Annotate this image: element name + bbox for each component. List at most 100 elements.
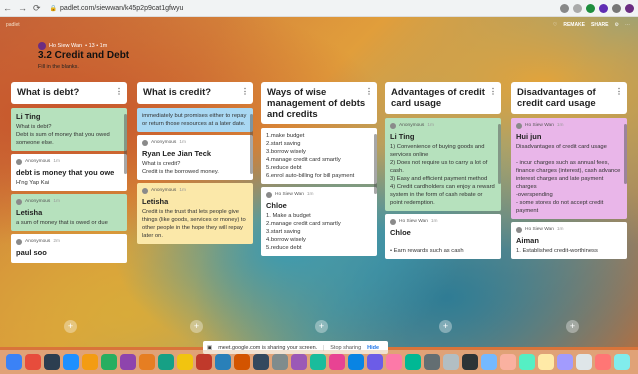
column-scrollbar[interactable] (374, 134, 377, 194)
column: What is debt? ⋮ Li Ting What is debt? Debt … (11, 82, 127, 320)
dock-app-icon[interactable] (367, 354, 383, 370)
add-post-button[interactable]: + (566, 320, 579, 333)
extension-icon[interactable] (599, 3, 608, 13)
dock-app-icon[interactable] (44, 354, 60, 370)
dock-app-icon[interactable] (310, 354, 326, 370)
author-name: Ho Siew Wan (49, 43, 83, 49)
column-scrollbar[interactable] (624, 124, 627, 184)
settings-icon[interactable]: ⚙ (615, 22, 619, 28)
dock-app-icon[interactable] (329, 354, 345, 370)
column-title: What is debt? (17, 87, 80, 98)
add-post-button[interactable]: + (315, 320, 328, 333)
dock-app-icon[interactable] (519, 354, 535, 370)
post-card[interactable]: Ho Siew Wan 1m Chloe 1. Make a budget 2.man… (261, 187, 377, 256)
dock-app-icon[interactable] (82, 354, 98, 370)
post-card[interactable]: Anonymous 1m Ryan Lee Jian Teck What is cre… (137, 135, 253, 180)
dock-app-icon[interactable] (557, 354, 573, 370)
padlet-logo[interactable]: padlet (6, 22, 20, 28)
dock-app-icon[interactable] (538, 354, 554, 370)
column-menu-icon[interactable]: ⋮ (241, 86, 249, 97)
post-card[interactable]: Anonymous 1m Letisha a sum of money that is… (11, 194, 127, 231)
dock-app-icon[interactable] (272, 354, 288, 370)
profile-avatar[interactable] (625, 3, 634, 13)
check-icon[interactable] (586, 3, 595, 13)
board-subtitle: Fill in the blanks. (38, 64, 79, 70)
post-card[interactable]: Ho Siew Wan 1m Hui jun Disadvantages of cre… (511, 118, 627, 219)
author-name: Anonymous (25, 159, 51, 164)
dock-app-icon[interactable] (291, 354, 307, 370)
dock-app-icon[interactable] (120, 354, 136, 370)
dock-app-icon[interactable] (405, 354, 421, 370)
post-card[interactable]: immediately but promises either to repay… (137, 108, 253, 132)
dock-app-icon[interactable] (253, 354, 269, 370)
author-name: Ho Siew Wan (525, 227, 554, 232)
star-icon[interactable] (573, 3, 582, 13)
dock-app-icon[interactable] (215, 354, 231, 370)
post-card[interactable]: Ho Siew Wan 1m Aiman 1. Established credit-… (511, 222, 627, 259)
dock-app-icon[interactable] (614, 354, 630, 370)
author-avatar (516, 227, 522, 233)
dock-app-icon[interactable] (139, 354, 155, 370)
dock-app-icon[interactable] (196, 354, 212, 370)
back-icon[interactable]: ← (0, 3, 15, 13)
column-menu-icon[interactable]: ⋮ (615, 86, 623, 97)
dock-app-icon[interactable] (101, 354, 117, 370)
heart-icon[interactable]: ♡ (553, 22, 557, 28)
post-card[interactable]: Ho Siew Wan 1m Chloe • Earn rewards such a… (385, 214, 501, 259)
puzzle-icon[interactable] (612, 3, 621, 13)
reload-icon[interactable]: ⟳ (30, 3, 44, 14)
extension-icon[interactable] (560, 3, 569, 13)
post-title: Chloe (266, 201, 287, 210)
column-menu-icon[interactable]: ⋮ (489, 86, 497, 97)
column: What is credit? ⋮ immediately but promises… (137, 82, 253, 320)
post-time: 1m (427, 123, 435, 128)
board-title: 3.2 Credit and Debt (38, 50, 130, 61)
dock-app-icon[interactable] (6, 354, 22, 370)
dock-app-icon[interactable] (595, 354, 611, 370)
author-name: Anonymous (25, 199, 51, 204)
column-scrollbar[interactable] (250, 114, 253, 174)
column-scrollbar[interactable] (498, 124, 501, 184)
dock-app-icon[interactable] (481, 354, 497, 370)
post-card[interactable]: Anonymous 1m debt is money that you owe H'n… (11, 154, 127, 191)
post-time: 1m (556, 123, 564, 128)
dock-app-icon[interactable] (576, 354, 592, 370)
post-card[interactable]: Anonymous 1m Li Ting 1) Convenience of buyi… (385, 118, 501, 211)
add-post-button[interactable]: + (190, 320, 203, 333)
post-title: Letisha (16, 208, 43, 217)
post-card[interactable]: Anonymous 2m paul soo (11, 234, 127, 263)
dock-app-icon[interactable] (158, 354, 174, 370)
dock-app-icon[interactable] (63, 354, 79, 370)
post-card[interactable]: Anonymous 1m Letisha Credit is the trust th… (137, 183, 253, 244)
post-card[interactable]: Li Ting What is debt? Debt is sum of mone… (11, 108, 127, 151)
dock-app-icon[interactable] (234, 354, 250, 370)
column-menu-icon[interactable]: ⋮ (115, 86, 123, 97)
post-card[interactable]: 1.make budget 2.start saving 3.borrow wi… (261, 128, 377, 184)
dock-app-icon[interactable] (462, 354, 478, 370)
post-time: 1m (53, 199, 61, 204)
author-name: Ho Siew Wan (399, 219, 428, 224)
author-name: Anonymous (151, 188, 177, 193)
dock-app-icon[interactable] (443, 354, 459, 370)
add-post-button[interactable]: + (439, 320, 452, 333)
address-bar[interactable]: 🔒 padlet.com/siewwan/k45p2p9cat1gfwyu (50, 5, 560, 12)
forward-icon[interactable]: → (15, 3, 30, 13)
post-title: paul soo (16, 248, 47, 257)
dock-app-icon[interactable] (25, 354, 41, 370)
more-icon[interactable]: ⋯ (625, 22, 630, 28)
dock-app-icon[interactable] (500, 354, 516, 370)
author-avatar (516, 123, 522, 129)
add-post-button[interactable]: + (64, 320, 77, 333)
post-title: Hui jun (516, 132, 542, 141)
dock-app-icon[interactable] (177, 354, 193, 370)
dock-app-icon[interactable] (386, 354, 402, 370)
column-scrollbar[interactable] (124, 114, 127, 174)
remake-button[interactable]: REMAKE (563, 22, 585, 28)
column-menu-icon[interactable]: ⋮ (365, 86, 373, 97)
dock-app-icon[interactable] (424, 354, 440, 370)
post-body: 1. Make a budget 2.manage credit card sm… (266, 213, 341, 251)
dock-app-icon[interactable] (348, 354, 364, 370)
share-button[interactable]: SHARE (591, 22, 609, 28)
author-avatar (390, 219, 396, 225)
post-body: • Earn rewards such as cash (390, 248, 464, 254)
